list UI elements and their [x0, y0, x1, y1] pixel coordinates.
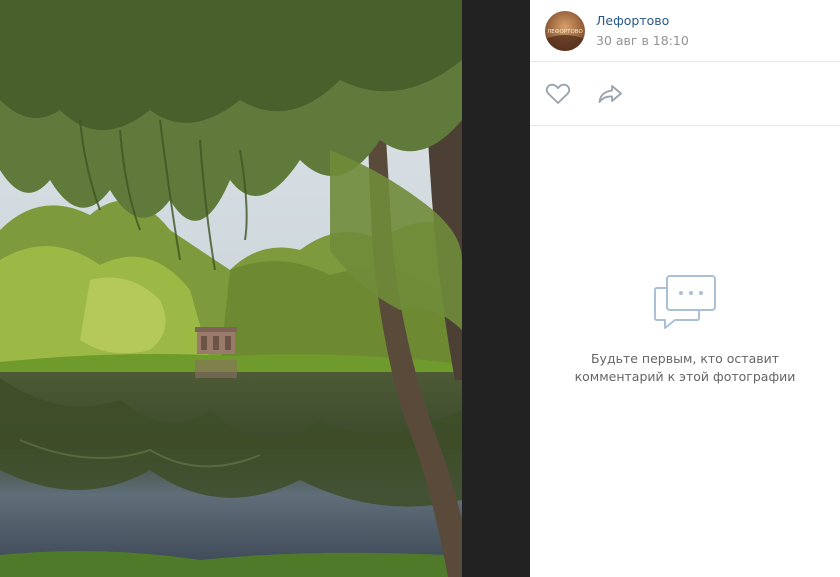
chat-bubbles-icon [654, 275, 716, 329]
photo-area[interactable] [0, 0, 530, 577]
post-header: ЛЕФОРТОВО Лефортово 30 авг в 18:10 [530, 0, 840, 62]
comments-empty-state: Будьте первым, кто оставит комментарий к… [530, 126, 840, 577]
actions-bar [530, 62, 840, 126]
share-button[interactable] [596, 80, 624, 108]
like-button[interactable] [544, 80, 572, 108]
author-avatar[interactable]: ЛЕФОРТОВО [545, 10, 585, 51]
avatar-lettering: ЛЕФОРТОВО [547, 29, 583, 35]
share-arrow-icon [598, 84, 622, 103]
photo-viewer: ЛЕФОРТОВО Лефортово 30 авг в 18:10 Будьт… [0, 0, 840, 577]
author-block: Лефортово 30 авг в 18:10 [596, 13, 689, 49]
author-name-link[interactable]: Лефортово [596, 13, 689, 29]
side-panel: ЛЕФОРТОВО Лефортово 30 авг в 18:10 Будьт… [530, 0, 840, 577]
post-date[interactable]: 30 авг в 18:10 [596, 33, 689, 49]
photo[interactable] [0, 0, 462, 577]
heart-icon [545, 83, 571, 104]
empty-comments-text: Будьте первым, кто оставит комментарий к… [574, 351, 796, 384]
